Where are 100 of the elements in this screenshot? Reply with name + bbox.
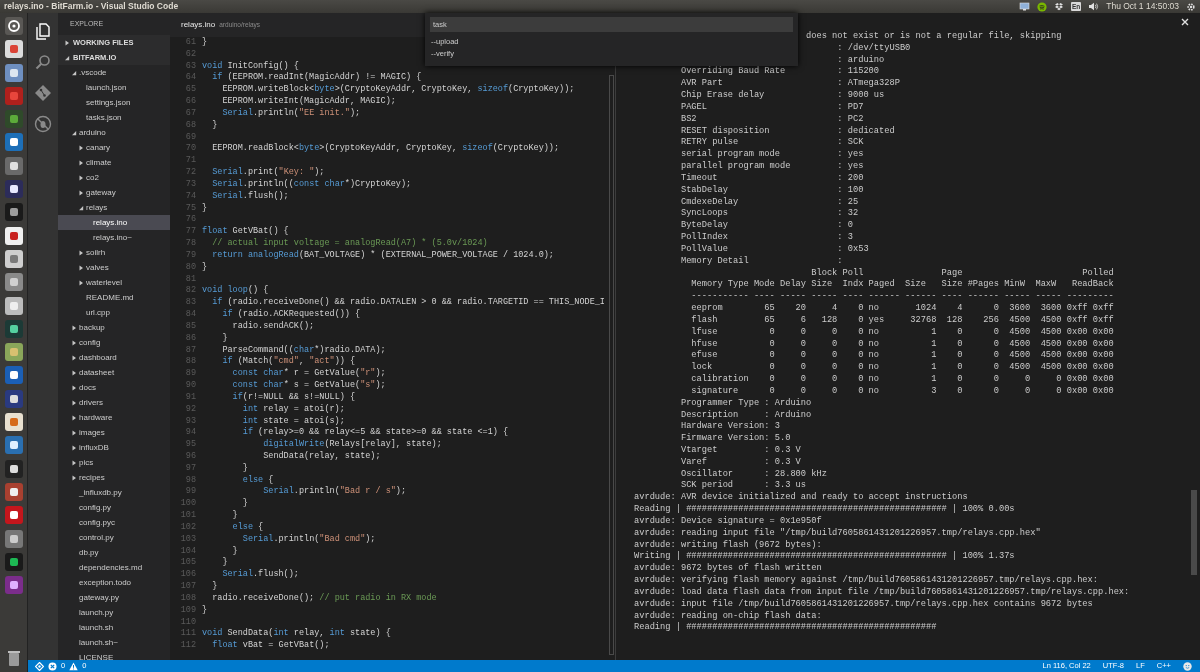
app-icon[interactable] <box>3 505 24 526</box>
app-icon[interactable] <box>3 551 24 572</box>
file-item[interactable]: relays.ino~ <box>58 230 170 245</box>
folder-item[interactable]: arduino <box>58 125 170 140</box>
expander-icon[interactable] <box>71 339 77 346</box>
file-item[interactable]: tasks.json <box>58 110 170 125</box>
app-icon[interactable] <box>3 225 24 246</box>
file-item[interactable]: exception.todo <box>58 575 170 590</box>
folder-item[interactable]: climate <box>58 155 170 170</box>
scrollbar-thumb[interactable] <box>1191 490 1197 575</box>
app-icon[interactable] <box>3 365 24 386</box>
file-item[interactable]: gateway.py <box>58 590 170 605</box>
file-item[interactable]: url.cpp <box>58 305 170 320</box>
music-app-icon[interactable] <box>1036 1 1047 12</box>
expander-icon[interactable] <box>78 204 84 211</box>
folder-item[interactable]: relays <box>58 200 170 215</box>
file-item[interactable]: launch.sh~ <box>58 635 170 650</box>
folder-item[interactable]: pics <box>58 455 170 470</box>
expander-icon[interactable] <box>71 399 77 406</box>
file-item[interactable]: dependencies.md <box>58 560 170 575</box>
app-icon[interactable] <box>3 435 24 456</box>
app-icon[interactable] <box>3 39 24 60</box>
diamond-icon[interactable] <box>35 661 44 671</box>
expander-icon[interactable] <box>64 39 70 46</box>
app-icon[interactable] <box>3 295 24 316</box>
expander-icon[interactable] <box>71 474 77 481</box>
app-icon[interactable] <box>3 575 24 596</box>
smiley-icon[interactable] <box>1183 661 1192 671</box>
folder-item[interactable]: canary <box>58 140 170 155</box>
expander-icon[interactable] <box>71 129 77 136</box>
folder-item[interactable]: backup <box>58 320 170 335</box>
folder-item[interactable]: datasheet <box>58 365 170 380</box>
app-icon[interactable] <box>3 272 24 293</box>
files-icon[interactable] <box>34 22 52 40</box>
volume-icon[interactable] <box>1088 2 1100 11</box>
tab-title[interactable]: relays.ino <box>181 19 216 31</box>
file-item[interactable]: db.py <box>58 545 170 560</box>
folder-item[interactable]: drivers <box>58 395 170 410</box>
folder-item[interactable]: recipes <box>58 470 170 485</box>
expander-icon[interactable] <box>71 459 77 466</box>
app-icon[interactable] <box>3 132 24 153</box>
monitor-icon[interactable] <box>1018 2 1030 11</box>
file-item[interactable]: config.pyc <box>58 515 170 530</box>
file-item[interactable]: _influxdb.py <box>58 485 170 500</box>
file-item[interactable]: LICENSE <box>58 650 170 660</box>
app-icon[interactable] <box>3 155 24 176</box>
file-item[interactable]: launch.json <box>58 80 170 95</box>
expander-icon[interactable] <box>78 189 84 196</box>
expander-icon[interactable] <box>71 444 77 451</box>
app-icon[interactable] <box>3 179 24 200</box>
expander-icon[interactable] <box>78 264 84 271</box>
app-icon[interactable] <box>3 248 24 269</box>
expander-icon[interactable] <box>71 324 77 331</box>
app-icon[interactable] <box>3 342 24 363</box>
folder-item[interactable]: docs <box>58 380 170 395</box>
folder-item[interactable]: dashboard <box>58 350 170 365</box>
folder-item[interactable]: gateway <box>58 185 170 200</box>
file-item[interactable]: relays.ino <box>58 215 170 230</box>
error-icon[interactable] <box>48 661 57 671</box>
app-icon[interactable] <box>3 202 24 223</box>
expander-icon[interactable] <box>78 249 84 256</box>
expander-icon[interactable] <box>71 69 77 76</box>
folder-item[interactable]: co2 <box>58 170 170 185</box>
expander-icon[interactable] <box>71 354 77 361</box>
search-icon[interactable] <box>34 53 52 71</box>
file-item[interactable]: control.py <box>58 530 170 545</box>
settings-icon[interactable] <box>1186 1 1196 12</box>
warning-icon[interactable] <box>69 661 79 671</box>
app-icon[interactable] <box>3 481 24 502</box>
app-icon[interactable] <box>3 412 24 433</box>
debug-icon[interactable] <box>34 115 52 133</box>
expander-icon[interactable] <box>71 384 77 391</box>
file-item[interactable]: launch.sh <box>58 620 170 635</box>
logo-icon[interactable] <box>3 16 24 36</box>
close-icon[interactable] <box>1181 18 1189 26</box>
expander-icon[interactable] <box>71 369 77 376</box>
file-item[interactable]: launch.py <box>58 605 170 620</box>
app-icon[interactable] <box>3 528 24 549</box>
folder-item[interactable]: .vscode <box>58 65 170 80</box>
expander-icon[interactable] <box>78 159 84 166</box>
expander-icon[interactable] <box>64 54 70 61</box>
app-icon[interactable] <box>3 458 24 479</box>
git-icon[interactable] <box>34 84 52 102</box>
folder-item[interactable]: hardware <box>58 410 170 425</box>
expander-icon[interactable] <box>78 279 84 286</box>
folder-item[interactable]: images <box>58 425 170 440</box>
folder-item[interactable]: config <box>58 335 170 350</box>
app-icon[interactable] <box>3 318 24 339</box>
app-icon[interactable] <box>3 62 24 83</box>
clock[interactable]: Thu Oct 1 14:50:03 <box>1106 0 1179 13</box>
expander-icon[interactable] <box>78 174 84 181</box>
file-item[interactable]: README.md <box>58 290 170 305</box>
folder-item[interactable]: waterlevel <box>58 275 170 290</box>
folder-item[interactable]: valves <box>58 260 170 275</box>
folder-item[interactable]: influxDB <box>58 440 170 455</box>
folder-item[interactable]: soilrh <box>58 245 170 260</box>
expander-icon[interactable] <box>71 429 77 436</box>
expander-icon[interactable] <box>78 144 84 151</box>
file-item[interactable]: settings.json <box>58 95 170 110</box>
expander-icon[interactable] <box>71 414 77 421</box>
